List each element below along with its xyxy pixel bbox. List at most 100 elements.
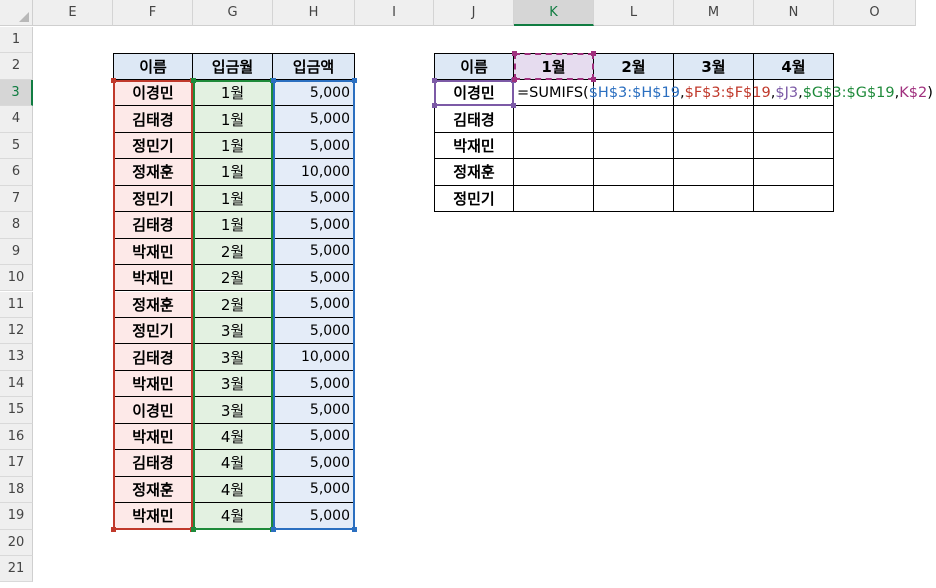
summary-value-cell[interactable] <box>514 185 594 213</box>
summary-name-cell[interactable]: 정민기 <box>434 185 514 213</box>
source-month-cell[interactable]: 3월 <box>193 370 273 398</box>
row-header-20[interactable]: 20 <box>0 529 33 556</box>
source-name-cell[interactable]: 정재훈 <box>113 476 193 504</box>
source-month-cell[interactable]: 1월 <box>193 185 273 213</box>
source-name-cell[interactable]: 이경민 <box>113 397 193 424</box>
source-name-cell[interactable]: 정민기 <box>113 185 193 213</box>
column-header-i[interactable]: I <box>355 0 434 26</box>
source-name-cell[interactable]: 김태경 <box>113 212 193 239</box>
row-header-18[interactable]: 18 <box>0 476 33 504</box>
source-name-cell[interactable]: 박재민 <box>113 370 193 398</box>
row-header-5[interactable]: 5 <box>0 132 33 160</box>
summary-value-cell[interactable] <box>514 159 594 186</box>
summary-value-cell[interactable] <box>514 106 594 133</box>
row-header-2[interactable]: 2 <box>0 53 33 80</box>
row-header-16[interactable]: 16 <box>0 423 33 451</box>
source-name-cell[interactable]: 박재민 <box>113 265 193 292</box>
row-header-12[interactable]: 12 <box>0 317 33 345</box>
source-month-cell[interactable]: 2월 <box>193 265 273 292</box>
source-amount-cell[interactable]: 5,000 <box>273 423 355 451</box>
column-header-f[interactable]: F <box>113 0 193 26</box>
column-header-o[interactable]: O <box>834 0 916 26</box>
summary-value-cell[interactable] <box>674 132 754 160</box>
source-month-cell[interactable]: 2월 <box>193 291 273 318</box>
summary-value-cell[interactable] <box>674 106 754 133</box>
source-month-cell[interactable]: 1월 <box>193 159 273 186</box>
row-header-21[interactable]: 21 <box>0 556 33 583</box>
source-name-cell[interactable]: 김태경 <box>113 450 193 477</box>
source-amount-cell[interactable]: 5,000 <box>273 79 355 107</box>
column-header-n[interactable]: N <box>754 0 834 26</box>
row-header-1[interactable]: 1 <box>0 27 33 54</box>
source-amount-cell[interactable]: 5,000 <box>273 476 355 504</box>
source-name-cell[interactable]: 김태경 <box>113 344 193 371</box>
row-header-11[interactable]: 11 <box>0 291 33 318</box>
summary-value-cell[interactable] <box>674 159 754 186</box>
summary-value-cell[interactable] <box>514 132 594 160</box>
source-name-cell[interactable]: 김태경 <box>113 106 193 133</box>
row-header-15[interactable]: 15 <box>0 397 33 424</box>
summary-value-cell[interactable] <box>754 106 834 133</box>
source-amount-cell[interactable]: 5,000 <box>273 265 355 292</box>
column-header-e[interactable]: E <box>33 0 113 26</box>
summary-name-cell[interactable]: 이경민 <box>434 79 514 107</box>
row-header-10[interactable]: 10 <box>0 265 33 292</box>
source-name-cell[interactable]: 이경민 <box>113 79 193 107</box>
column-header-m[interactable]: M <box>674 0 754 26</box>
source-name-cell[interactable]: 박재민 <box>113 503 193 530</box>
row-header-19[interactable]: 19 <box>0 503 33 530</box>
summary-name-cell[interactable]: 김태경 <box>434 106 514 133</box>
summary-value-cell[interactable] <box>594 132 674 160</box>
source-month-cell[interactable]: 1월 <box>193 132 273 160</box>
summary-value-cell[interactable] <box>754 159 834 186</box>
select-all-corner[interactable] <box>0 0 33 26</box>
source-month-cell[interactable]: 2월 <box>193 238 273 266</box>
source-name-cell[interactable]: 정재훈 <box>113 159 193 186</box>
source-month-cell[interactable]: 1월 <box>193 212 273 239</box>
row-header-9[interactable]: 9 <box>0 238 33 266</box>
column-header-l[interactable]: L <box>594 0 674 26</box>
summary-value-cell[interactable] <box>594 106 674 133</box>
source-amount-cell[interactable]: 5,000 <box>273 317 355 345</box>
row-header-6[interactable]: 6 <box>0 159 33 186</box>
summary-value-cell[interactable] <box>594 159 674 186</box>
column-header-j[interactable]: J <box>434 0 514 26</box>
summary-value-cell[interactable] <box>754 132 834 160</box>
row-header-8[interactable]: 8 <box>0 212 33 239</box>
row-header-3[interactable]: 3 <box>0 79 33 107</box>
source-amount-cell[interactable]: 10,000 <box>273 344 355 371</box>
row-header-13[interactable]: 13 <box>0 344 33 371</box>
source-month-cell[interactable]: 3월 <box>193 397 273 424</box>
column-header-k[interactable]: K <box>514 0 594 26</box>
source-month-cell[interactable]: 4월 <box>193 503 273 530</box>
source-amount-cell[interactable]: 5,000 <box>273 106 355 133</box>
source-amount-cell[interactable]: 5,000 <box>273 212 355 239</box>
summary-value-cell[interactable] <box>754 185 834 213</box>
source-name-cell[interactable]: 정민기 <box>113 132 193 160</box>
source-month-cell[interactable]: 4월 <box>193 476 273 504</box>
source-name-cell[interactable]: 정민기 <box>113 317 193 345</box>
source-amount-cell[interactable]: 5,000 <box>273 185 355 213</box>
source-month-cell[interactable]: 1월 <box>193 79 273 107</box>
source-amount-cell[interactable]: 5,000 <box>273 397 355 424</box>
source-name-cell[interactable]: 정재훈 <box>113 291 193 318</box>
source-amount-cell[interactable]: 5,000 <box>273 503 355 530</box>
source-name-cell[interactable]: 박재민 <box>113 238 193 266</box>
summary-name-cell[interactable]: 박재민 <box>434 132 514 160</box>
summary-name-cell[interactable]: 정재훈 <box>434 159 514 186</box>
column-header-g[interactable]: G <box>193 0 273 26</box>
active-formula-cell[interactable]: =SUMIFS($H$3:$H$19,$F$3:$F$19,$J3,$G$3:$… <box>514 79 933 107</box>
source-month-cell[interactable]: 1월 <box>193 106 273 133</box>
source-amount-cell[interactable]: 5,000 <box>273 132 355 160</box>
summary-value-cell[interactable] <box>674 185 754 213</box>
column-header-h[interactable]: H <box>273 0 355 26</box>
row-header-7[interactable]: 7 <box>0 185 33 213</box>
row-header-17[interactable]: 17 <box>0 450 33 477</box>
source-month-cell[interactable]: 4월 <box>193 450 273 477</box>
source-name-cell[interactable]: 박재민 <box>113 423 193 451</box>
source-month-cell[interactable]: 3월 <box>193 317 273 345</box>
source-amount-cell[interactable]: 5,000 <box>273 370 355 398</box>
source-month-cell[interactable]: 4월 <box>193 423 273 451</box>
source-month-cell[interactable]: 3월 <box>193 344 273 371</box>
source-amount-cell[interactable]: 5,000 <box>273 450 355 477</box>
